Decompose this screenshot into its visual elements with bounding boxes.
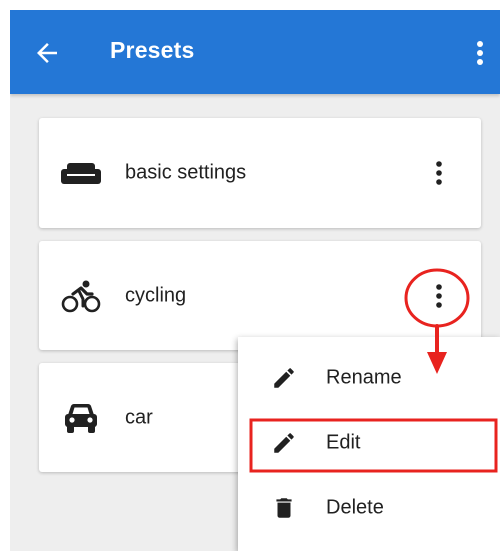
preset-label: car	[125, 406, 153, 428]
page-title: Presets	[110, 37, 195, 63]
presets-screen: Presets basic settings cycling car Renam…	[10, 10, 500, 551]
context-menu: Rename Edit Delete	[238, 337, 500, 551]
preset-label: cycling	[125, 284, 187, 306]
menu-item-rename[interactable]: Rename	[238, 345, 500, 411]
app-bar: Presets	[10, 10, 500, 94]
more-vert-icon	[436, 283, 442, 308]
menu-item-label: Delete	[326, 496, 384, 519]
back-button[interactable]	[32, 38, 62, 68]
menu-item-delete[interactable]: Delete	[238, 475, 500, 541]
car-icon	[61, 401, 101, 435]
preset-card-cycling[interactable]: cycling	[39, 241, 481, 350]
pencil-icon	[274, 368, 294, 388]
sofa-icon	[61, 156, 101, 190]
menu-item-label: Edit	[326, 431, 361, 454]
preset-menu-button[interactable]	[427, 158, 451, 188]
preset-label: basic settings	[125, 161, 247, 184]
preset-menu-button[interactable]	[427, 281, 451, 311]
trash-icon	[276, 498, 292, 518]
pencil-icon	[274, 433, 294, 453]
more-vert-icon	[477, 41, 483, 65]
arrow-back-icon	[37, 43, 57, 63]
overflow-menu-button[interactable]	[468, 36, 492, 70]
menu-item-edit[interactable]: Edit	[238, 410, 500, 476]
bicycle-icon	[61, 279, 101, 313]
more-vert-icon	[436, 161, 442, 185]
menu-item-label: Rename	[326, 366, 402, 389]
preset-card-basic-settings[interactable]: basic settings	[39, 118, 481, 228]
